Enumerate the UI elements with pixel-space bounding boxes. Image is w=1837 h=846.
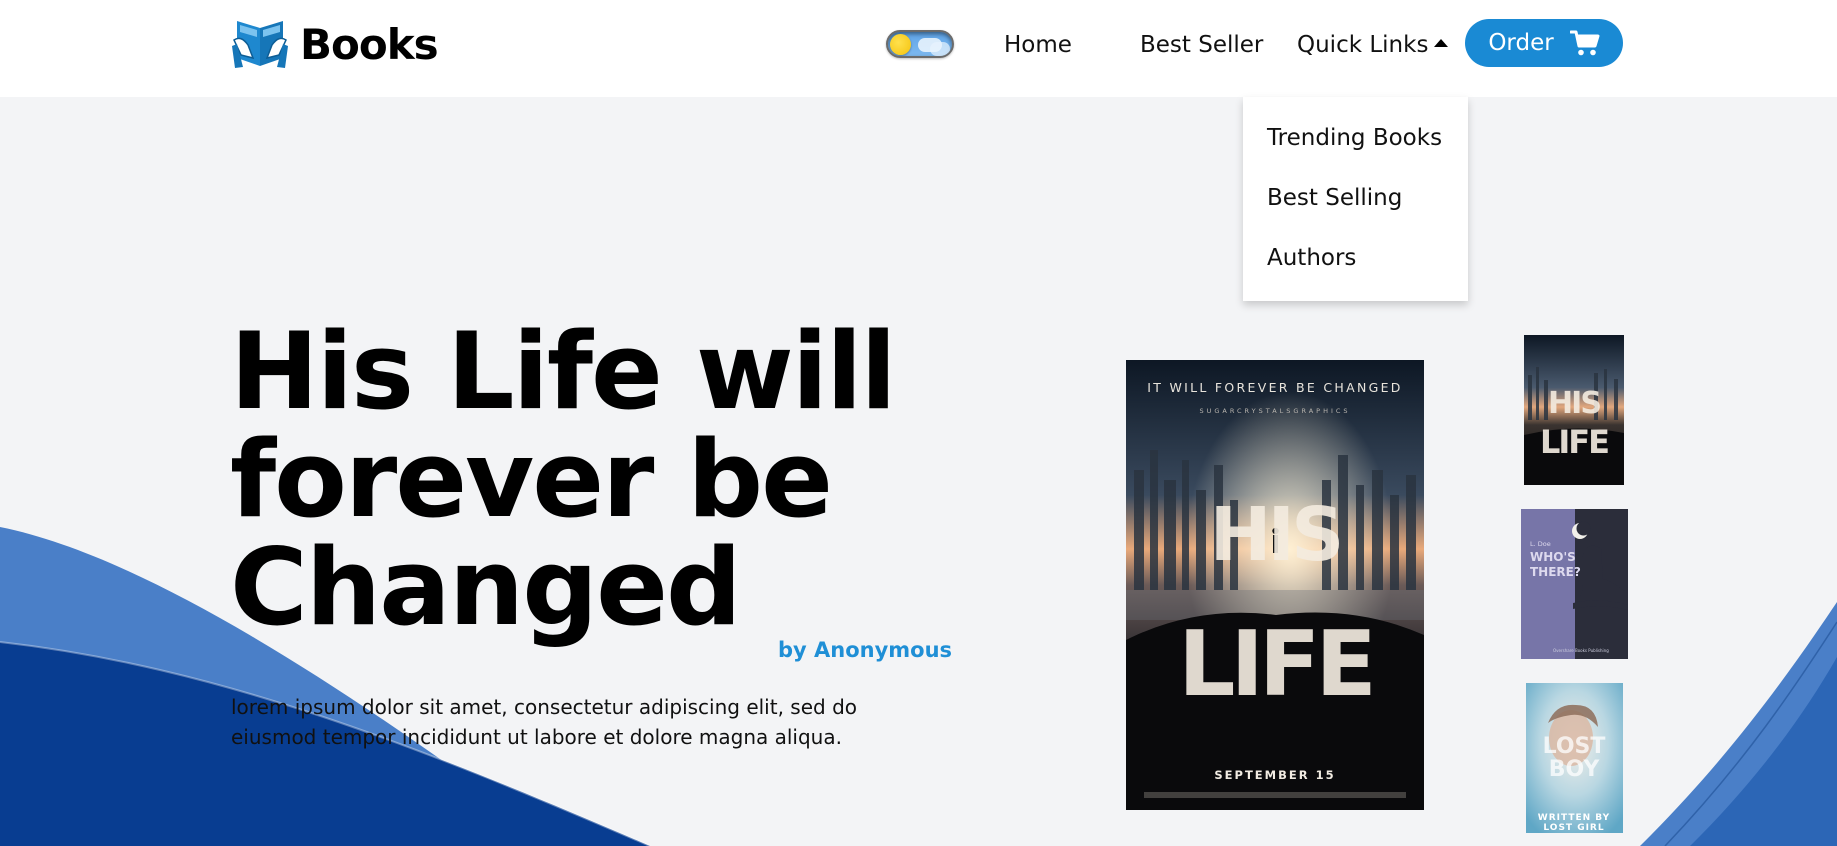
his-life-thumbnail-cover: HIS LIFE [1524,335,1624,485]
whos-there-thumbnail-cover: L. Doe WHO'S THERE? Overshare Books Publ… [1521,509,1628,659]
site-logo[interactable]: Books [232,16,439,72]
site-header: Books Home Best Seller Quick Links Order [0,0,1837,97]
theme-toggle[interactable] [886,30,954,58]
book-thumbnail[interactable]: L. Doe WHO'S THERE? Overshare Books Publ… [1521,509,1628,659]
main-book-cover: IT WILL FOREVER BE CHANGED SUGARCRYSTALS… [1126,360,1424,810]
quick-links-dropdown: Trending Books Best Selling Authors [1243,97,1468,301]
cover-credit: SUGARCRYSTALSGRAPHICS [1199,407,1350,415]
nav-best-seller[interactable]: Best Seller [1140,29,1263,61]
dropdown-item-best-selling[interactable]: Best Selling [1243,177,1468,237]
dropdown-item-trending-books[interactable]: Trending Books [1243,117,1468,177]
caret-up-icon [1434,39,1449,47]
book-thumbnail[interactable]: HIS LIFE [1524,335,1624,485]
hero-description: lorem ipsum dolor sit amet, consectetur … [231,695,858,749]
sun-icon [890,34,911,55]
dropdown-item-authors[interactable]: Authors [1243,237,1468,297]
cover-title-bottom: LIFE [1178,612,1372,717]
cover-tagline: IT WILL FOREVER BE CHANGED [1147,380,1402,395]
cloud-icon [930,42,950,56]
thumb-title-line: WHO'S [1530,550,1576,564]
hero-title-line: His Life will [230,310,897,433]
nav-home[interactable]: Home [1004,29,1072,61]
cover-date: SEPTEMBER 15 [1214,768,1335,782]
thumb-title-line: THERE? [1530,565,1581,579]
hero-author: by Anonymous [778,638,953,662]
shopping-cart-icon [1569,30,1600,56]
thumb-title-top: HIS [1548,386,1600,421]
hero-title-line: Changed [230,526,742,649]
thumb-written-by: WRITTEN BY [1538,813,1610,823]
cover-title-top: HIS [1210,492,1341,578]
thumb-title-bottom: LIFE [1540,423,1608,461]
nav-quick-links[interactable]: Quick Links [1297,29,1449,61]
nav-quick-links-label: Quick Links [1297,32,1429,58]
thumb-author: LOST GIRL [1543,823,1604,833]
order-button[interactable]: Order [1465,19,1623,67]
thumb-author: L. Doe [1530,540,1551,548]
book-thumbnail[interactable]: LOST BOY WRITTEN BY LOST GIRL [1526,683,1623,833]
hero-title-line: forever be [230,418,833,541]
thumb-title-line: LOST [1543,734,1606,759]
order-button-label: Order [1488,30,1554,56]
thumb-title-line: BOY [1549,757,1601,782]
hero-title: His Life will forever be Changed [230,318,910,642]
thumb-publisher: Overshare Books Publishing [1553,648,1609,653]
lost-boy-thumbnail-cover: LOST BOY WRITTEN BY LOST GIRL [1526,683,1623,833]
open-book-icon [232,21,288,68]
logo-text: Books [300,19,439,69]
